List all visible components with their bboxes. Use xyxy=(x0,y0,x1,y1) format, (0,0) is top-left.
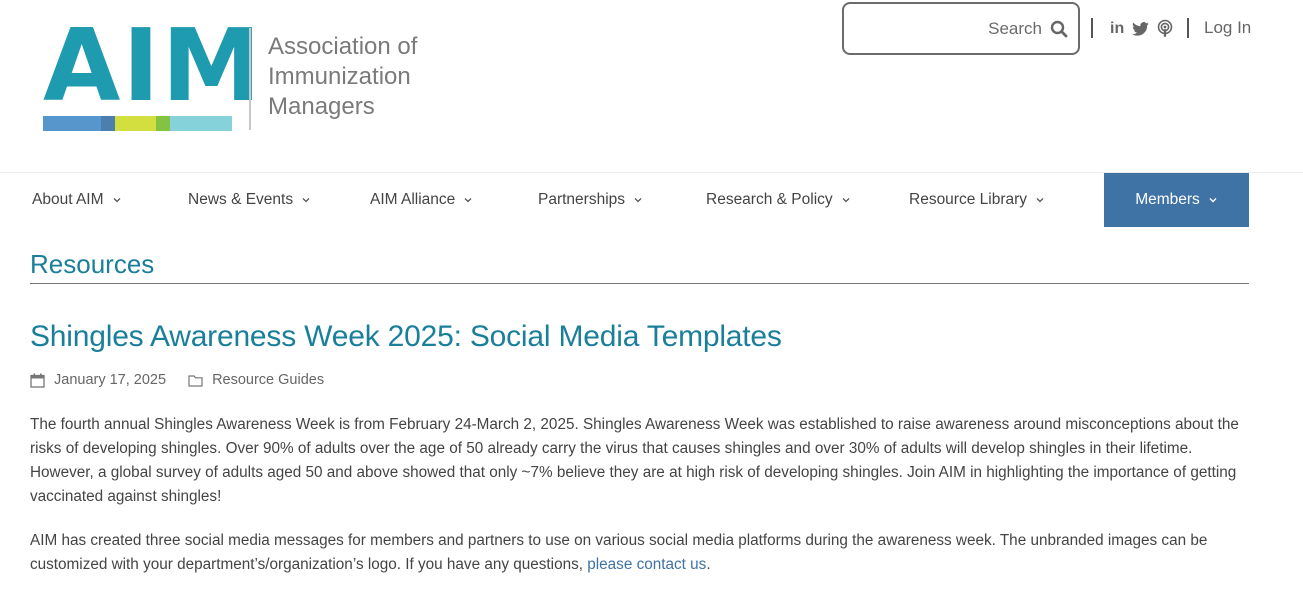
header-separator xyxy=(1187,18,1189,38)
search-icon[interactable] xyxy=(1050,20,1068,38)
post-date: January 17, 2025 xyxy=(54,372,167,388)
chevron-down-icon xyxy=(842,198,850,203)
nav-item-label: Research & Policy xyxy=(706,191,833,208)
nav-item-label: AIM Alliance xyxy=(370,191,456,208)
search-input[interactable] xyxy=(852,14,1042,44)
nav-item-partnerships[interactable]: Partnerships xyxy=(538,173,643,227)
logo-divider xyxy=(249,28,251,130)
chevron-down-icon xyxy=(464,198,472,203)
header-separator xyxy=(1091,18,1093,38)
post-title: Shingles Awareness Week 2025: Social Med… xyxy=(30,320,782,353)
logo-bar-segment xyxy=(101,116,115,131)
folder-icon xyxy=(188,374,203,387)
social-links: in xyxy=(1110,18,1173,40)
section-divider xyxy=(30,283,1249,284)
logo-line: Association of xyxy=(268,33,418,60)
nav-item-resource-library[interactable]: Resource Library xyxy=(909,173,1045,227)
podcast-icon[interactable] xyxy=(1157,19,1173,39)
nav-item-about-aim[interactable]: About AIM xyxy=(32,173,122,227)
chevron-down-icon xyxy=(634,198,642,203)
chevron-down-icon xyxy=(1036,198,1044,203)
calendar-icon xyxy=(30,373,45,388)
logo-line: Immunization xyxy=(268,63,411,90)
paragraph-text: . xyxy=(706,556,711,573)
logo-bar-segment xyxy=(156,116,170,131)
nav-item-members[interactable]: Members xyxy=(1104,173,1249,227)
nav-item-research-policy[interactable]: Research & Policy xyxy=(706,173,851,227)
post-category-link[interactable]: Resource Guides xyxy=(212,372,324,388)
logo-color-bar xyxy=(43,116,232,131)
logo-org-name: Association of Immunization Managers xyxy=(268,32,417,122)
logo-bar-segment xyxy=(170,116,232,131)
nav-item-label: Members xyxy=(1135,191,1200,208)
nav-item-label: Resource Library xyxy=(909,191,1028,208)
nav-item-label: News & Events xyxy=(188,191,294,208)
section-title: Resources xyxy=(30,249,155,279)
logo-bar-segment xyxy=(115,116,156,131)
main-nav: About AIM News & Events AIM Alliance Par… xyxy=(0,173,1303,227)
logo-mark: AIM xyxy=(43,16,261,132)
login-link[interactable]: Log In xyxy=(1204,18,1251,38)
search-box[interactable] xyxy=(842,2,1080,55)
nav-item-aim-alliance[interactable]: AIM Alliance xyxy=(370,173,473,227)
chevron-down-icon xyxy=(113,198,120,203)
contact-us-link[interactable]: please contact us xyxy=(587,556,706,573)
chevron-down-icon xyxy=(302,198,310,203)
logo-bar-segment xyxy=(43,116,101,131)
twitter-icon[interactable] xyxy=(1132,22,1150,36)
post-meta: January 17, 2025 Resource Guides xyxy=(30,372,324,388)
site-logo[interactable]: AIM Association of Immunization Managers xyxy=(43,16,423,136)
body-paragraph: AIM has created three social media messa… xyxy=(30,529,1250,577)
nav-item-label: Partnerships xyxy=(538,191,626,208)
linkedin-icon[interactable]: in xyxy=(1110,20,1124,38)
nav-item-news-events[interactable]: News & Events xyxy=(188,173,311,227)
intro-paragraph: The fourth annual Shingles Awareness Wee… xyxy=(30,416,1239,505)
logo-letters: AIM xyxy=(43,7,264,124)
chevron-down-icon xyxy=(1209,198,1217,203)
logo-line: Managers xyxy=(268,93,375,120)
nav-item-label: About AIM xyxy=(32,191,104,208)
